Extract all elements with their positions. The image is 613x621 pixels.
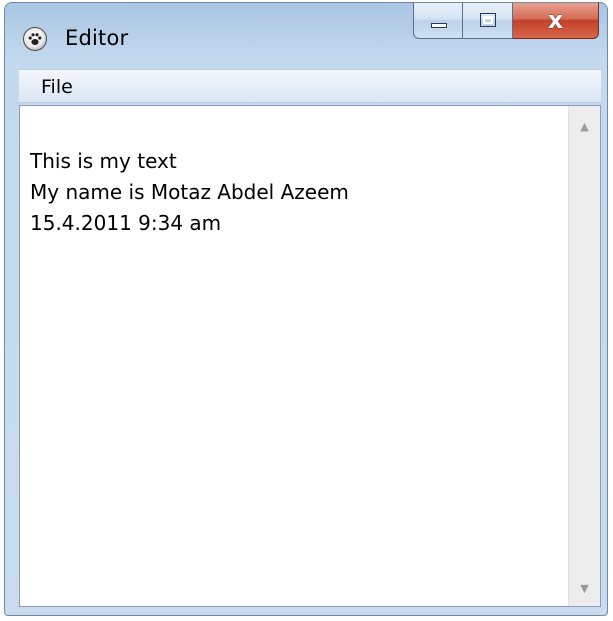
scroll-up-icon[interactable]: ▲	[569, 114, 600, 140]
text-line: 15.4.2011 9:34 am	[30, 211, 222, 235]
caption-buttons: x	[413, 3, 599, 41]
paw-icon[interactable]	[23, 27, 47, 51]
menu-bar: File	[19, 69, 601, 103]
vertical-scrollbar[interactable]: ▲ ▼	[568, 106, 600, 606]
close-icon: x	[547, 6, 564, 34]
window-title: Editor	[65, 26, 129, 50]
maximize-button[interactable]	[463, 3, 513, 39]
editor-window: Editor x File This is my text My name is…	[4, 2, 608, 616]
text-line: This is my text	[30, 149, 177, 173]
menu-item-file[interactable]: File	[41, 76, 73, 98]
minimize-icon	[431, 23, 447, 28]
minimize-button[interactable]	[413, 3, 463, 39]
text-content[interactable]: This is my text My name is Motaz Abdel A…	[30, 146, 550, 239]
title-bar[interactable]: Editor x	[5, 3, 607, 63]
text-area[interactable]: This is my text My name is Motaz Abdel A…	[19, 105, 601, 607]
paw-glyph	[28, 33, 42, 45]
maximize-icon	[480, 13, 496, 27]
text-line: My name is Motaz Abdel Azeem	[30, 180, 349, 204]
close-button[interactable]: x	[513, 3, 599, 39]
scroll-down-icon[interactable]: ▼	[569, 576, 600, 602]
